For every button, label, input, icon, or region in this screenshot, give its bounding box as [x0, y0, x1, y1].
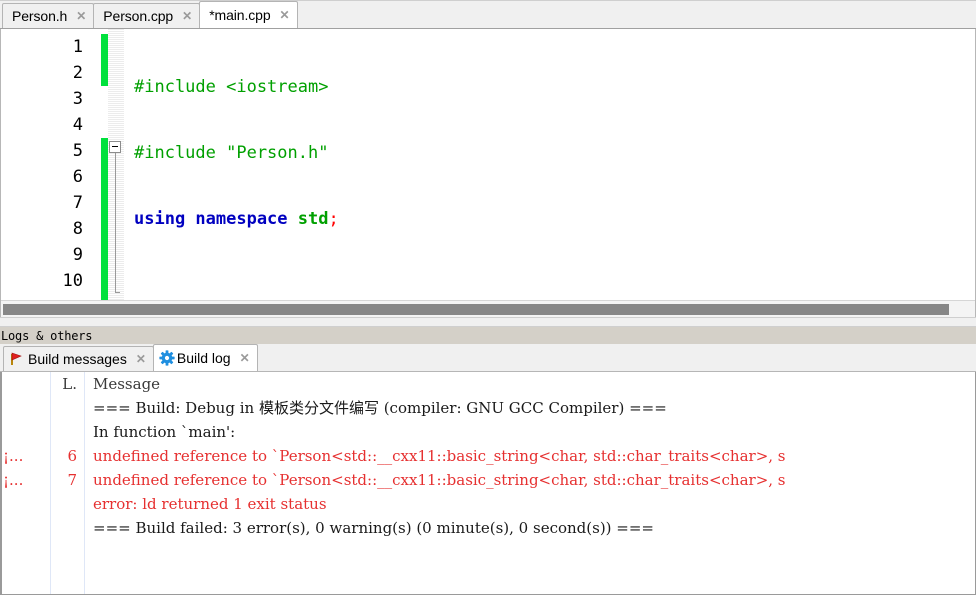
code-token-semicolon: ;: [328, 209, 339, 229]
editor-tab-label: *main.cpp: [209, 7, 271, 23]
fold-range-line: [115, 153, 116, 292]
fold-range-end: [115, 292, 120, 293]
code-token-include: #include "Person.h": [134, 143, 329, 163]
fold-toggle-icon[interactable]: [109, 141, 121, 153]
modified-lines-gutter: [101, 29, 108, 300]
logs-panel-caption: Logs & others: [0, 327, 976, 344]
grid-column-file: ¡... ¡...: [1, 372, 51, 594]
modified-marker-top: [101, 34, 108, 86]
table-row[interactable]: === Build: Debug in 模板类分文件编写 (compiler: …: [85, 396, 975, 420]
close-icon[interactable]: ✕: [76, 10, 86, 22]
table-cell-file: [1, 516, 50, 540]
editor-tab-label: Person.cpp: [103, 8, 174, 24]
editor-viewport[interactable]: 1 2 3 4 5 6 7 8 9 10 #include <iostream>…: [1, 29, 975, 300]
table-cell-line: 6: [67, 447, 77, 465]
grid-column-line: L. 6 7: [51, 372, 85, 594]
build-log-grid[interactable]: ¡... ¡... L. 6 7 Message === Build: Debu…: [0, 372, 976, 595]
line-number: 8: [72, 219, 83, 239]
editor-horizontal-scrollbar[interactable]: [1, 300, 975, 317]
close-icon[interactable]: ✕: [182, 10, 192, 22]
editor-tab-label: Person.h: [12, 8, 68, 24]
line-number: 6: [72, 167, 83, 187]
column-header-message: Message: [93, 375, 161, 393]
scrollbar-thumb[interactable]: [3, 303, 949, 315]
line-number: 7: [72, 193, 83, 213]
line-number: 10: [62, 271, 83, 291]
line-number: 3: [72, 89, 83, 109]
close-icon[interactable]: ✕: [280, 9, 290, 21]
gear-icon: [159, 350, 175, 366]
table-cell-file: ¡...: [3, 447, 24, 465]
table-cell-file: [1, 420, 50, 444]
table-cell-line: [51, 420, 84, 444]
code-line-3: using namespace std;: [134, 206, 975, 232]
table-row[interactable]: undefined reference to `Person<std::__cx…: [85, 444, 975, 468]
table-cell-line: [51, 516, 84, 540]
code-token-std: std: [297, 209, 329, 229]
line-number: 4: [72, 115, 83, 135]
modified-marker-bottom: [101, 138, 108, 300]
editor-tab-person-h[interactable]: Person.h ✕: [2, 3, 95, 28]
logs-tab-bar: Build messages ✕ Build log ✕: [0, 344, 976, 372]
column-header-file: [1, 372, 50, 396]
column-header-line: L.: [62, 375, 77, 393]
code-line-2: #include "Person.h": [134, 140, 975, 166]
code-token-include: #include <iostream>: [134, 77, 329, 97]
line-number: 9: [72, 245, 83, 265]
editor-tab-bar: Person.h ✕ Person.cpp ✕ *main.cpp ✕: [0, 0, 976, 29]
close-icon[interactable]: ✕: [240, 351, 250, 365]
logs-tab-label: Build log: [176, 350, 231, 366]
line-number-gutter: 1 2 3 4 5 6 7 8 9 10: [1, 29, 87, 300]
table-row[interactable]: In function `main':: [85, 420, 975, 444]
table-cell-line: [51, 396, 84, 420]
code-line-1: #include <iostream>: [134, 74, 975, 100]
editor-tab-person-cpp[interactable]: Person.cpp ✕: [93, 3, 201, 28]
tab-build-messages[interactable]: Build messages ✕: [3, 346, 154, 371]
panel-splitter[interactable]: [0, 317, 976, 327]
table-cell-file: ¡...: [3, 471, 24, 489]
code-text[interactable]: #include <iostream> #include "Person.h" …: [124, 29, 975, 300]
line-number: 1: [72, 37, 83, 57]
table-row[interactable]: === Build failed: 3 error(s), 0 warning(…: [85, 516, 975, 540]
table-cell-line: [51, 492, 84, 516]
flag-icon: [9, 351, 25, 367]
table-cell-line: 7: [67, 471, 77, 489]
ide-window: Person.h ✕ Person.cpp ✕ *main.cpp ✕ 1 2 …: [0, 0, 976, 595]
code-token-using: using namespace: [134, 209, 298, 229]
logs-tab-label: Build messages: [28, 351, 127, 367]
line-number: 2: [72, 63, 83, 83]
grid-left-border: [1, 372, 2, 594]
close-icon[interactable]: ✕: [136, 352, 146, 366]
table-cell-file: [1, 492, 50, 516]
tab-build-log[interactable]: Build log ✕: [152, 344, 258, 371]
table-row[interactable]: error: ld returned 1 exit status: [85, 492, 975, 516]
table-row[interactable]: undefined reference to `Person<std::__cx…: [85, 468, 975, 492]
code-folding-gutter[interactable]: [108, 29, 124, 300]
table-cell-file: [1, 396, 50, 420]
line-number: 5: [72, 141, 83, 161]
grid-column-message: Message === Build: Debug in 模板类分文件编写 (co…: [85, 372, 975, 594]
logs-and-others-panel: Logs & others Build messages ✕ Build log…: [0, 327, 976, 595]
editor-tab-main-cpp[interactable]: *main.cpp ✕: [199, 1, 298, 28]
code-editor: 1 2 3 4 5 6 7 8 9 10 #include <iostream>…: [0, 29, 976, 317]
